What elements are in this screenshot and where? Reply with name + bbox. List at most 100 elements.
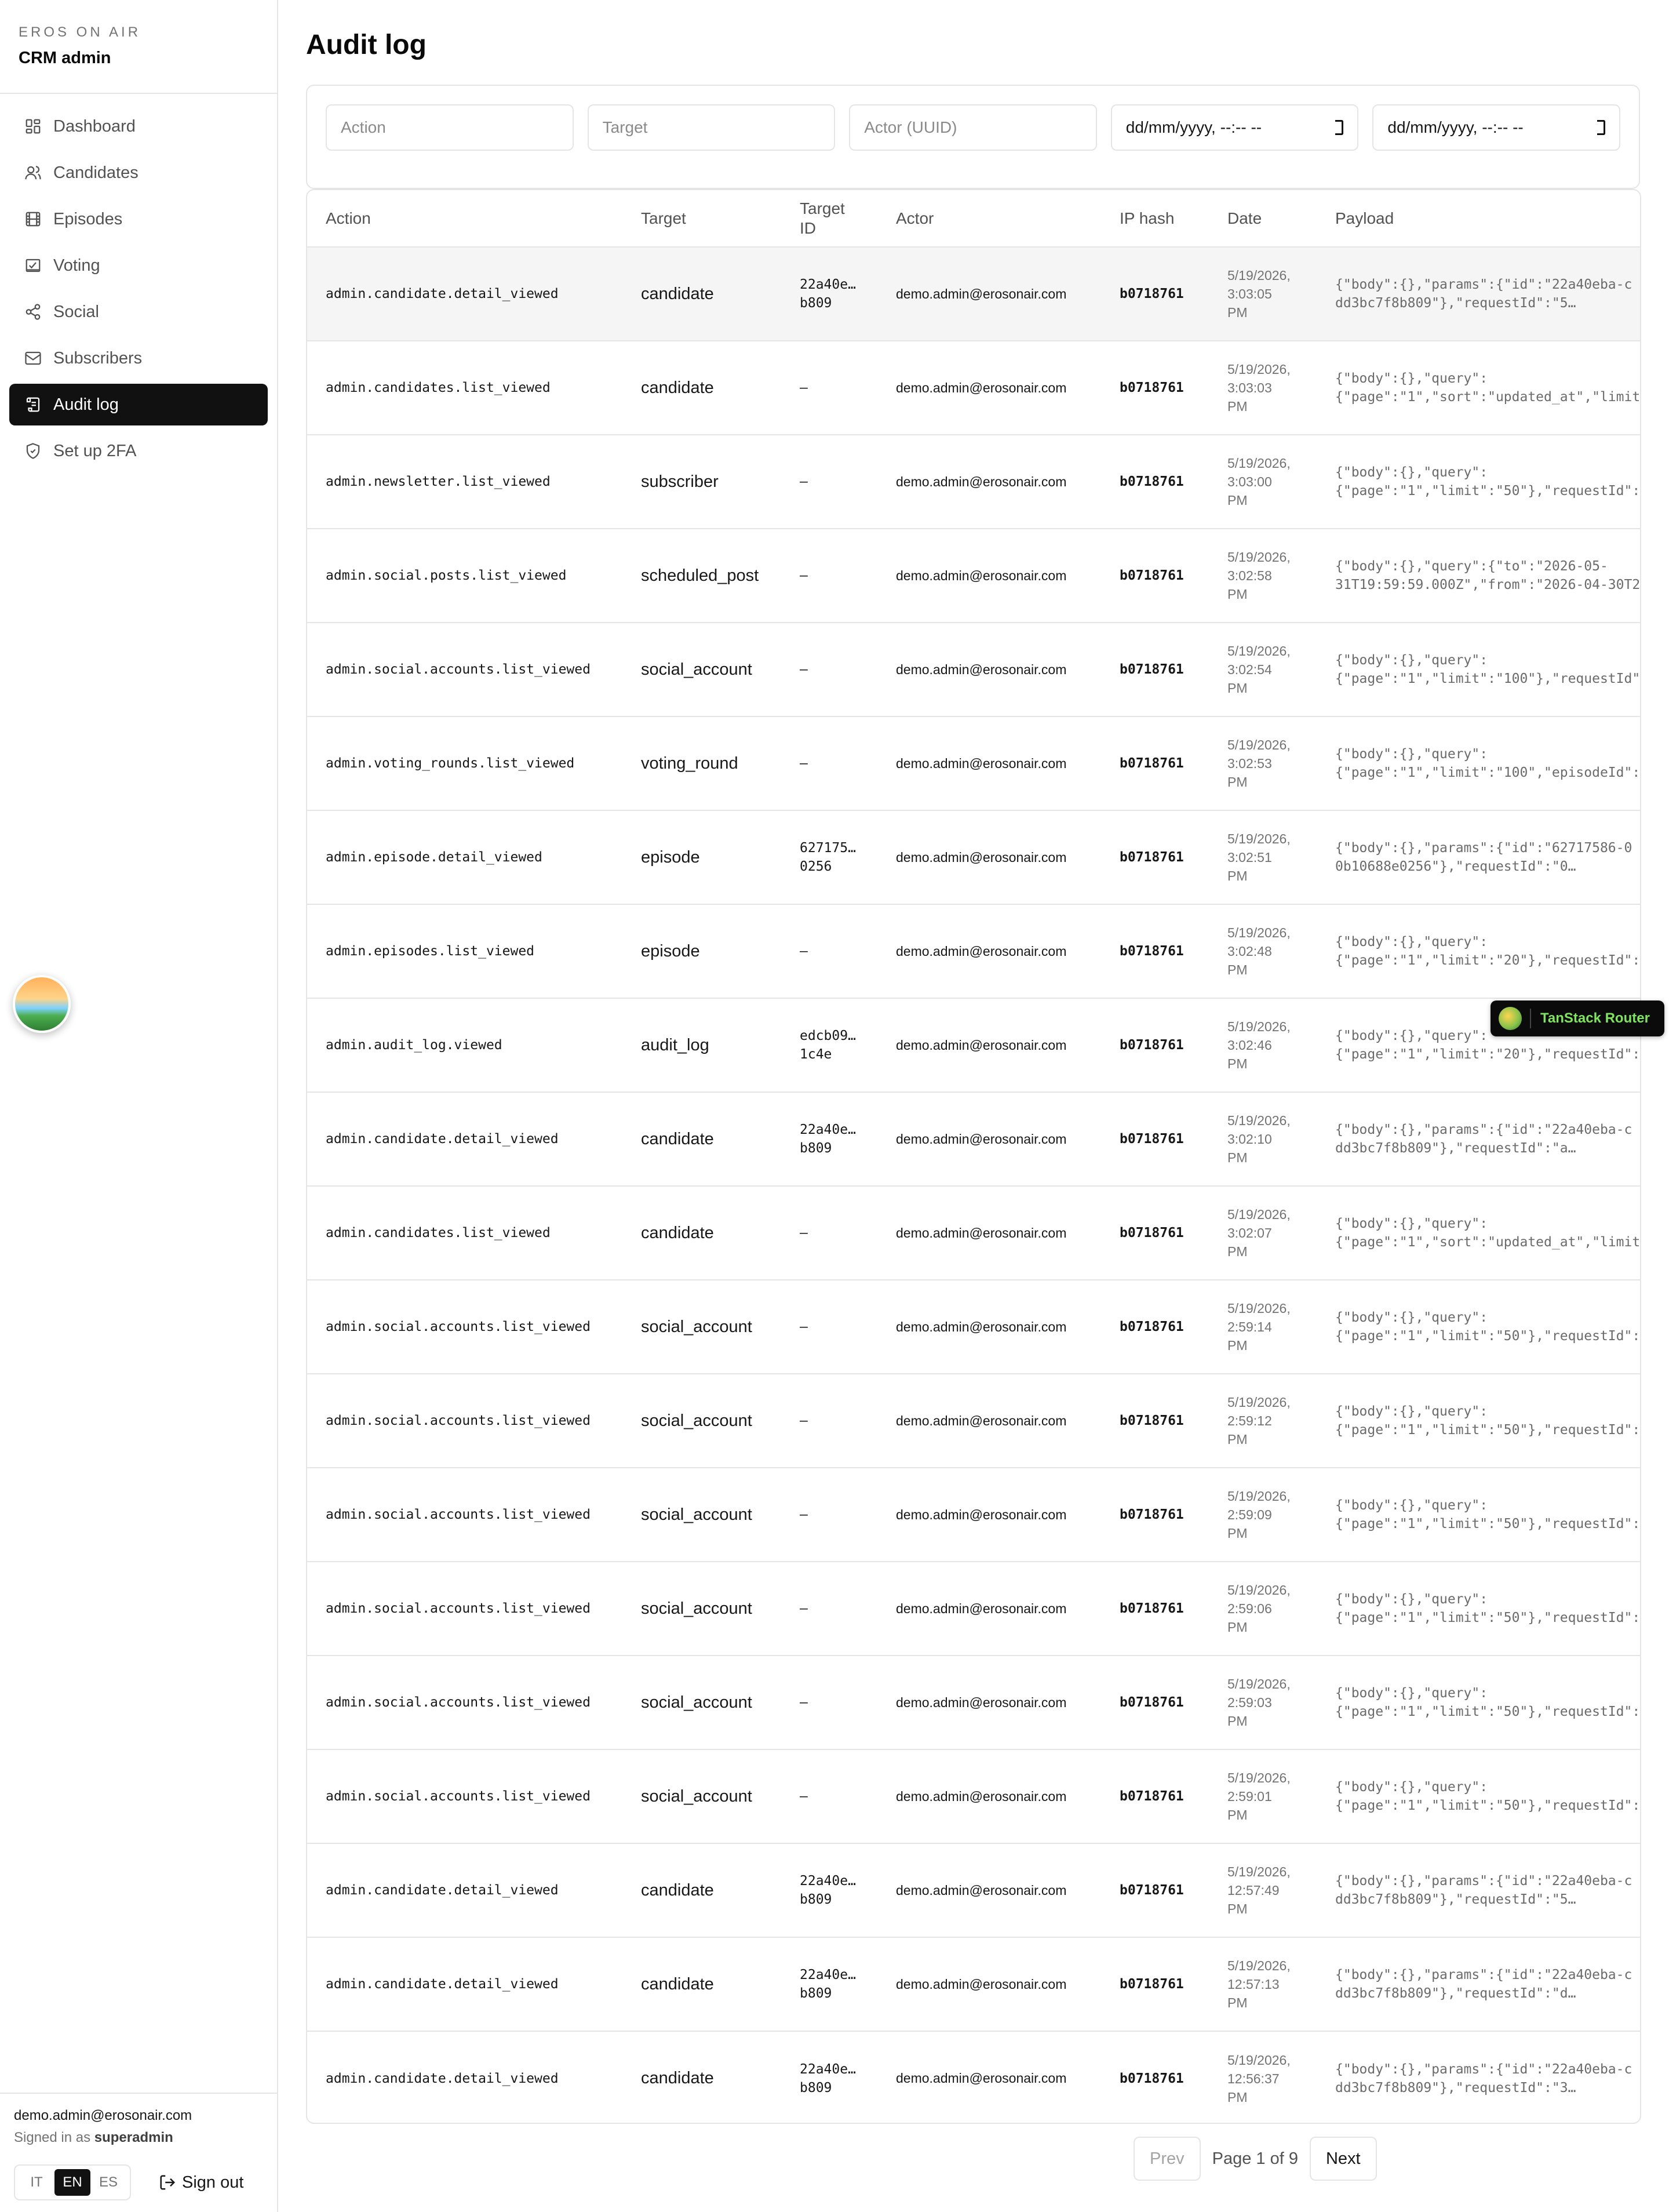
cell-target-id: – — [781, 1280, 877, 1374]
target-id-line1: 627175… — [800, 841, 856, 856]
calendar-icon[interactable] — [1597, 120, 1605, 135]
cell-action: admin.social.accounts.list_viewed — [307, 1749, 622, 1844]
tanstack-router-devtools-badge[interactable]: TanStack Router — [1491, 1001, 1664, 1036]
column-header-ip-hash[interactable]: IP hash — [1101, 190, 1209, 248]
table-row[interactable]: admin.social.accounts.list_viewed social_… — [307, 623, 1640, 717]
sidebar-item-episodes[interactable]: Episodes — [9, 198, 268, 240]
cell-target-id: edcb09… 1c4e — [781, 998, 877, 1093]
sidebar-item-label: Candidates — [53, 163, 139, 182]
sidebar-item-dashboard[interactable]: Dashboard — [9, 105, 268, 147]
table-row[interactable]: admin.candidate.detail_viewed candidate 22… — [307, 247, 1640, 341]
column-header-payload[interactable]: Payload — [1317, 190, 1640, 248]
payload-line2: {"page":"1","limit":"50"},"requestId": — [1335, 1798, 1641, 1813]
payload-line1: {"body":{},"params":{"id":"22a40eba-c — [1335, 1967, 1632, 1982]
date-line3: PM — [1227, 1244, 1248, 1259]
table-row[interactable]: admin.social.accounts.list_viewed social_… — [307, 1562, 1640, 1656]
action-filter-input[interactable] — [326, 104, 574, 151]
cell-ip-hash: b0718761 — [1101, 998, 1209, 1093]
cell-target: social_account — [622, 623, 781, 717]
date-line2: 3:02:51 — [1227, 850, 1272, 865]
payload-line1: {"body":{},"query": — [1335, 371, 1488, 386]
table-row[interactable]: admin.social.accounts.list_viewed social_… — [307, 1374, 1640, 1468]
date-line3: PM — [1227, 774, 1248, 790]
table-row[interactable]: admin.candidates.list_viewed candidate – de… — [307, 1186, 1640, 1280]
cell-target: voting_round — [622, 716, 781, 811]
actor-filter-input[interactable] — [849, 104, 1097, 151]
cell-ip-hash: b0718761 — [1120, 2071, 1184, 2086]
table-row[interactable]: admin.candidate.detail_viewed candidate 22… — [307, 2031, 1640, 2123]
table-row[interactable]: admin.social.accounts.list_viewed social_… — [307, 1656, 1640, 1750]
sidebar-item-subscribers[interactable]: Subscribers — [9, 337, 268, 379]
table-row[interactable]: admin.social.accounts.list_viewed social_… — [307, 1749, 1641, 1844]
date-from-input[interactable]: dd/mm/yyyy, --:-- -- — [1110, 104, 1359, 151]
table-row[interactable]: admin.newsletter.list_viewed subscriber – d… — [307, 435, 1640, 529]
sidebar-item-audit-log[interactable]: Audit log — [9, 384, 268, 425]
date-line2: 3:02:53 — [1227, 756, 1272, 771]
cell-actor: demo.admin@erosonair.com — [877, 529, 1101, 623]
cell-date: 5/19/2026, 3:03:05 PM — [1209, 247, 1317, 341]
target-id-line1: – — [800, 380, 808, 395]
sign-out-button[interactable]: Sign out — [159, 2173, 243, 2192]
sidebar-item-candidates[interactable]: Candidates — [9, 152, 268, 194]
date-line2: 2:59:06 — [1227, 1601, 1272, 1616]
date-line1: 5/19/2026, — [1227, 456, 1291, 471]
cell-actor: demo.admin@erosonair.com — [877, 904, 1101, 999]
language-en-button[interactable]: EN — [54, 2169, 90, 2196]
sidebar-item-setup-2fa[interactable]: Set up 2FA — [9, 430, 268, 472]
calendar-icon[interactable] — [1335, 120, 1344, 135]
audit-table-container[interactable]: Action Target Target ID Actor IP hash Dat… — [306, 189, 1641, 2124]
language-it-button[interactable]: IT — [19, 2169, 54, 2196]
date-line1: 5/19/2026, — [1227, 1958, 1291, 1973]
date-line2: 3:02:07 — [1227, 1225, 1272, 1240]
table-row[interactable]: admin.social.accounts.list_viewed social_… — [307, 1280, 1640, 1374]
cell-payload: {"body":{},"query": {"page":"1","limit":"… — [1317, 716, 1640, 811]
table-row[interactable]: admin.voting_rounds.list_viewed voting_ro… — [307, 716, 1640, 811]
pagination: Prev Page 1 of 9 Next — [1134, 2137, 1377, 2181]
cell-target: candidate — [622, 1843, 781, 1938]
table-row[interactable]: admin.candidate.detail_viewed candidate 22… — [307, 1937, 1640, 2032]
table-row[interactable]: admin.candidate.detail_viewed candidate 22… — [307, 1092, 1640, 1187]
table-row[interactable]: admin.audit_log.viewed audit_log edcb09… 1c… — [307, 998, 1640, 1093]
cell-target-id: 22a40e… b809 — [781, 2031, 877, 2123]
column-header-target[interactable]: Target — [622, 190, 781, 248]
language-es-button[interactable]: ES — [90, 2169, 126, 2196]
table-row[interactable]: admin.episodes.list_viewed episode – demo.a… — [307, 904, 1640, 999]
date-line2: 3:03:05 — [1227, 286, 1272, 301]
date-to-value: dd/mm/yyyy, --:-- -- — [1387, 118, 1524, 136]
sidebar-item-voting[interactable]: Voting — [9, 245, 268, 286]
date-to-input[interactable]: dd/mm/yyyy, --:-- -- — [1372, 104, 1620, 151]
cell-target: social_account — [622, 1562, 781, 1656]
sidebar-item-social[interactable]: Social — [9, 291, 268, 333]
table-row[interactable]: admin.candidate.detail_viewed candidate 22… — [307, 1843, 1640, 1938]
column-header-actor[interactable]: Actor — [877, 190, 1101, 248]
cell-target: candidate — [641, 2069, 714, 2087]
cell-action: admin.candidates.list_viewed — [307, 341, 622, 435]
table-row[interactable]: admin.social.posts.list_viewed scheduled_… — [307, 529, 1640, 623]
cell-target: social_account — [622, 1749, 781, 1844]
column-header-action[interactable]: Action — [307, 190, 622, 248]
payload-line1: {"body":{},"query": — [1335, 1780, 1488, 1795]
cell-date: 5/19/2026, 2:59:09 PM — [1209, 1468, 1317, 1562]
date-line1: 5/19/2026, — [1227, 268, 1291, 283]
payload-line1: {"body":{},"params":{"id":"62717586-0 — [1335, 841, 1632, 856]
target-id-line1: – — [800, 1413, 808, 1428]
grid-icon — [24, 118, 42, 135]
date-line3: PM — [1227, 399, 1248, 414]
cell-date: 5/19/2026, 2:59:12 PM — [1209, 1374, 1317, 1468]
target-id-line1: 22a40e… — [800, 2061, 856, 2077]
column-header-target-id[interactable]: Target ID — [781, 190, 877, 248]
cell-date: 5/19/2026, 3:03:03 PM — [1209, 341, 1317, 435]
table-row[interactable]: admin.candidates.list_viewed candidate – de… — [307, 341, 1641, 435]
table-row[interactable]: admin.episode.detail_viewed episode 627175… — [307, 810, 1640, 905]
table-row[interactable]: admin.social.accounts.list_viewed social_… — [307, 1468, 1640, 1562]
prev-page-button[interactable]: Prev — [1134, 2137, 1201, 2181]
cell-target: episode — [622, 810, 781, 905]
payload-line2: {"page":"1","sort":"updated_at","limit — [1335, 390, 1641, 405]
cell-target-id: 22a40e… b809 — [781, 1937, 877, 2032]
column-header-date[interactable]: Date — [1209, 190, 1317, 248]
date-line3: PM — [1227, 1432, 1248, 1447]
sidebar-item-label: Social — [53, 302, 99, 321]
next-page-button[interactable]: Next — [1309, 2137, 1377, 2181]
target-filter-input[interactable] — [587, 104, 836, 151]
devtools-toggle-icon[interactable] — [13, 975, 71, 1033]
